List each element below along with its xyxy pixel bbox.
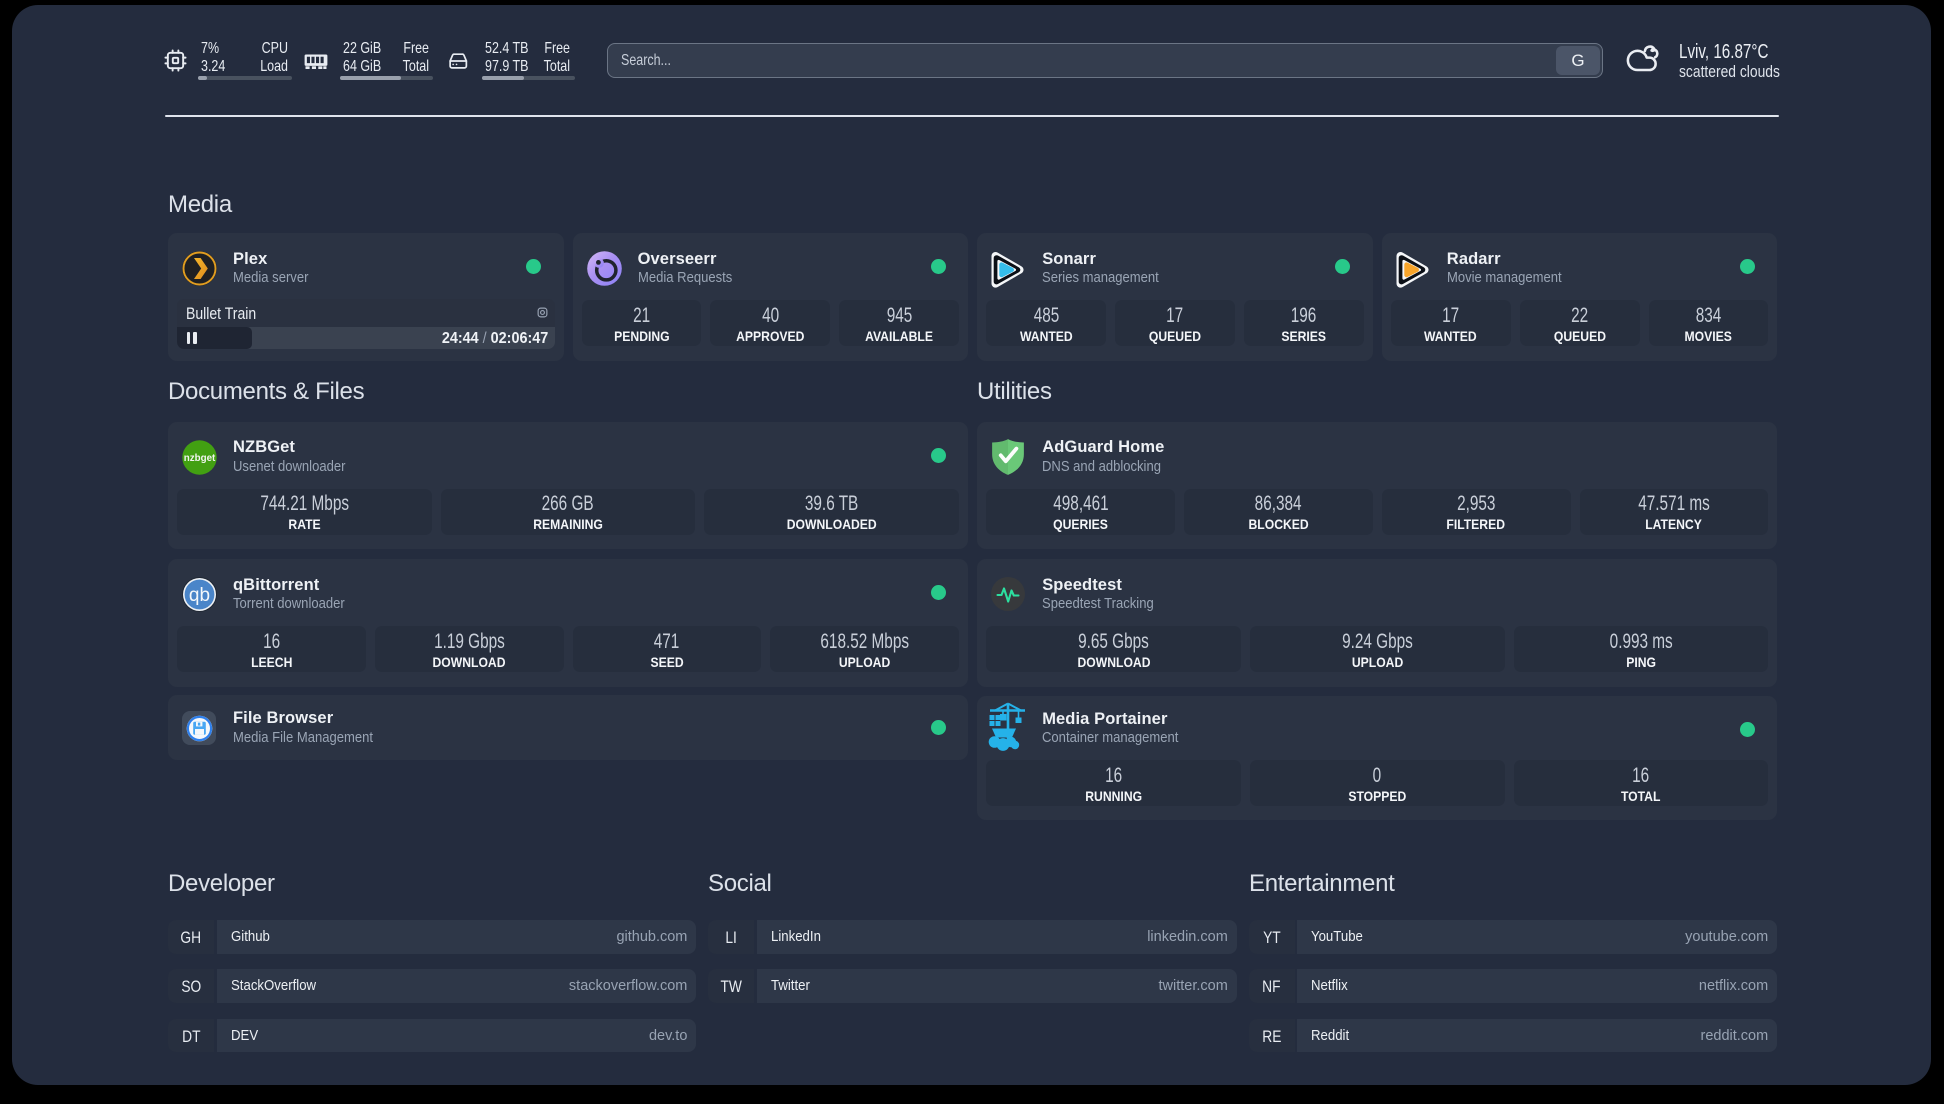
svg-text:qb: qb <box>189 585 210 606</box>
svg-text:nzbget: nzbget <box>184 453 216 464</box>
